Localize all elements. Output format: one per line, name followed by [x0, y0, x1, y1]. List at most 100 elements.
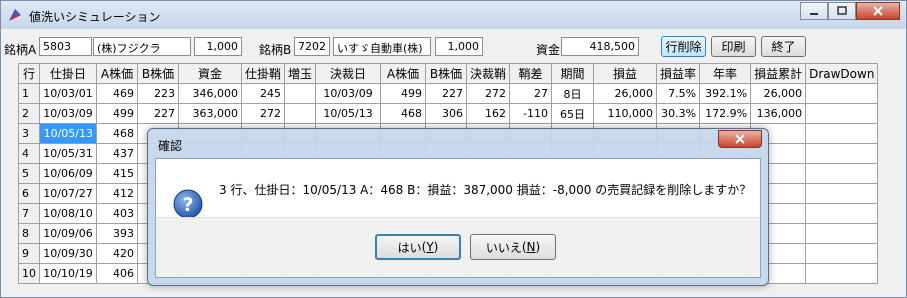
column-header[interactable]: 仕掛日 — [39, 63, 97, 84]
table-cell[interactable]: 10/09/06 — [39, 223, 97, 244]
table-cell[interactable]: 10/03/09 — [39, 103, 97, 124]
table-cell[interactable]: 10/07/27 — [39, 183, 97, 204]
table-cell[interactable]: 110,000 — [593, 103, 658, 124]
column-header[interactable]: DrawDown — [805, 63, 879, 84]
table-cell[interactable] — [805, 163, 879, 184]
table-cell[interactable] — [284, 83, 317, 104]
column-header[interactable]: 期間 — [551, 63, 595, 84]
row-number-cell[interactable]: 3 — [18, 123, 40, 144]
table-cell[interactable]: 420 — [96, 243, 138, 264]
column-header[interactable]: 行 — [18, 63, 40, 84]
column-header[interactable]: 損益累計 — [750, 63, 807, 84]
column-header[interactable]: 決裁鞘 — [466, 63, 511, 84]
stock-b-code-field[interactable]: 7202 — [294, 37, 330, 56]
table-cell[interactable]: 499 — [96, 103, 138, 124]
stock-a-name-field[interactable]: (株)フジクラ — [93, 37, 191, 56]
table-cell[interactable]: 27 — [509, 83, 553, 104]
table-row[interactable]: 1 10/03/01 469 223 346,000 245 10/03/09 499 227 2… — [18, 83, 879, 104]
maximize-button[interactable] — [828, 2, 856, 20]
column-header[interactable]: B株価 — [425, 63, 468, 84]
minimize-button[interactable] — [800, 2, 828, 20]
row-number-cell[interactable]: 4 — [18, 143, 40, 164]
yes-button[interactable]: はい(Y) — [375, 234, 461, 260]
table-cell[interactable] — [805, 203, 879, 224]
table-cell[interactable]: 10/03/09 — [315, 83, 382, 104]
row-number-cell[interactable]: 6 — [18, 183, 40, 204]
table-cell[interactable] — [805, 103, 879, 124]
column-header[interactable]: 損益 — [593, 63, 658, 84]
table-cell[interactable]: 346,000 — [178, 83, 242, 104]
column-header[interactable]: 資金 — [178, 63, 242, 84]
stock-a-qty-field[interactable]: 1,000 — [194, 37, 242, 56]
table-cell[interactable]: 306 — [425, 103, 468, 124]
table-cell[interactable]: 392.1% — [699, 83, 752, 104]
column-header[interactable]: 決裁日 — [315, 63, 382, 84]
table-cell[interactable]: 10/05/13 — [39, 123, 97, 144]
column-header[interactable]: A株価 — [380, 63, 427, 84]
table-cell[interactable]: 469 — [96, 83, 138, 104]
table-cell[interactable]: 406 — [96, 263, 138, 284]
column-header[interactable]: 仕掛鞘 — [240, 63, 286, 84]
row-number-cell[interactable]: 9 — [18, 243, 40, 264]
table-cell[interactable]: 412 — [96, 183, 138, 204]
table-cell[interactable]: 26,000 — [750, 83, 807, 104]
table-cell[interactable]: 30.3% — [656, 103, 701, 124]
column-header[interactable]: 年率 — [699, 63, 752, 84]
table-cell[interactable]: 272 — [240, 103, 286, 124]
column-header[interactable]: B株価 — [137, 63, 179, 84]
table-cell[interactable]: 172.9% — [699, 103, 752, 124]
table-cell[interactable]: 468 — [380, 103, 427, 124]
table-cell[interactable] — [284, 103, 317, 124]
table-cell[interactable]: 26,000 — [593, 83, 658, 104]
table-cell[interactable]: 10/05/13 — [315, 103, 382, 124]
row-number-cell[interactable]: 5 — [18, 163, 40, 184]
table-cell[interactable]: 10/10/19 — [39, 263, 97, 284]
table-cell[interactable]: 8日 — [551, 83, 595, 104]
close-button[interactable] — [856, 2, 900, 20]
stock-b-qty-field[interactable]: 1,000 — [435, 37, 483, 56]
table-cell[interactable]: 403 — [96, 203, 138, 224]
table-cell[interactable]: 136,000 — [750, 103, 807, 124]
stock-b-name-field[interactable]: いすゞ自動車(株) — [333, 37, 431, 56]
column-header[interactable]: 損益率 — [656, 63, 701, 84]
row-number-cell[interactable]: 8 — [18, 223, 40, 244]
row-number-cell[interactable]: 1 — [18, 83, 40, 104]
table-cell[interactable]: 245 — [240, 83, 286, 104]
table-cell[interactable]: 437 — [96, 143, 138, 164]
column-header[interactable]: A株価 — [96, 63, 138, 84]
table-cell[interactable]: 65日 — [551, 103, 595, 124]
row-number-cell[interactable]: 7 — [18, 203, 40, 224]
print-button[interactable]: 印刷 — [711, 36, 756, 57]
table-cell[interactable]: 7.5% — [656, 83, 701, 104]
title-bar[interactable]: 値洗いシミュレーション — [1, 1, 906, 29]
table-cell[interactable]: -110 — [509, 103, 553, 124]
capital-field[interactable]: 418,500 — [561, 37, 639, 56]
table-cell[interactable]: 393 — [96, 223, 138, 244]
stock-a-code-field[interactable]: 5803 — [39, 37, 92, 56]
table-cell[interactable]: 468 — [96, 123, 138, 144]
table-cell[interactable]: 162 — [466, 103, 511, 124]
column-header[interactable]: 増玉 — [284, 63, 317, 84]
table-cell[interactable]: 227 — [137, 103, 179, 124]
table-cell[interactable] — [805, 143, 879, 164]
table-cell[interactable]: 415 — [96, 163, 138, 184]
table-cell[interactable] — [805, 83, 879, 104]
table-cell[interactable]: 10/09/30 — [39, 243, 97, 264]
column-header[interactable]: 鞘差 — [509, 63, 553, 84]
exit-button[interactable]: 終了 — [761, 36, 806, 57]
table-cell[interactable] — [805, 123, 879, 144]
table-cell[interactable] — [805, 183, 879, 204]
table-cell[interactable]: 272 — [466, 83, 511, 104]
table-cell[interactable]: 363,000 — [178, 103, 242, 124]
delete-row-button[interactable]: 行削除 — [661, 36, 706, 57]
table-cell[interactable] — [805, 243, 879, 264]
table-cell[interactable]: 10/08/10 — [39, 203, 97, 224]
table-cell[interactable]: 227 — [425, 83, 468, 104]
table-cell[interactable]: 10/06/09 — [39, 163, 97, 184]
row-number-cell[interactable]: 10 — [18, 263, 40, 284]
table-cell[interactable] — [805, 223, 879, 244]
table-row[interactable]: 2 10/03/09 499 227 363,000 272 10/05/13 468 306 1… — [18, 103, 879, 124]
table-cell[interactable]: 499 — [380, 83, 427, 104]
no-button[interactable]: いいえ(N) — [470, 234, 556, 260]
table-cell[interactable] — [805, 263, 879, 284]
